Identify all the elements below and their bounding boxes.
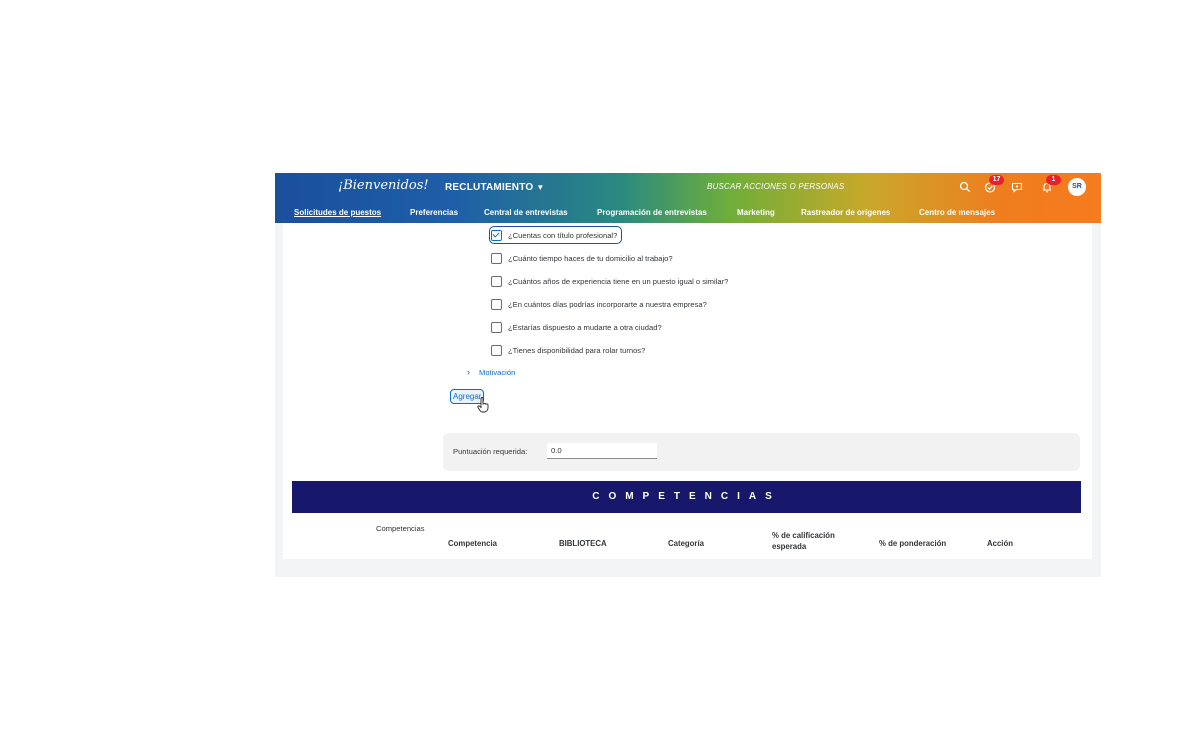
question-label: ¿Cuántos años de experiencia tiene en un… (508, 276, 729, 286)
column-header-categoria: Categoría (668, 539, 704, 548)
feedback-icon[interactable] (1010, 180, 1024, 194)
app-title: RECLUTAMIENTO (445, 182, 534, 193)
score-panel: Puntuación requerida: (443, 433, 1080, 471)
column-header-competencia: Competencia (448, 539, 497, 548)
question-row[interactable]: ¿Estarías dispuesto a mudarte a otra ciu… (491, 320, 662, 334)
nav-bar: Solicitudes de puestos Preferencias Cent… (275, 201, 1101, 223)
motivacion-label: Motivación (479, 368, 516, 377)
hand-cursor-icon (477, 397, 489, 413)
company-logo[interactable]: ¡Bienvenidos! (338, 178, 429, 193)
competencias-section-label: Competencias (376, 524, 425, 533)
chevron-right-icon: › (467, 367, 470, 377)
check-icon (492, 229, 500, 238)
todo-badge: 17 (989, 175, 1004, 185)
nav-item-preferencias[interactable]: Preferencias (410, 208, 458, 217)
checkbox[interactable] (491, 321, 502, 333)
column-header-accion: Acción (987, 539, 1013, 548)
nav-item-rastreador[interactable]: Rastreador de orígenes (801, 208, 890, 217)
checkbox-checked[interactable] (491, 229, 502, 241)
search-placeholder[interactable]: BUSCAR ACCIONES O PERSONAS (707, 182, 844, 191)
nav-item-central-entrevistas[interactable]: Central de entrevistas (484, 208, 568, 217)
app-window: ¡Bienvenidos! RECLUTAMIENTO ▼ BUSCAR ACCI… (275, 173, 1101, 577)
question-label: ¿Cuánto tiempo haces de tu domicilio al … (508, 253, 673, 263)
bell-icon[interactable]: 1 (1040, 175, 1061, 194)
search-icon[interactable] (958, 180, 972, 194)
avatar[interactable]: SR (1068, 178, 1086, 196)
question-row[interactable]: ¿Tienes disponibilidad para rolar turnos… (491, 343, 645, 357)
checkbox[interactable] (491, 275, 502, 287)
checkbox[interactable] (491, 298, 502, 310)
column-header-ponderacion: % de ponderación (879, 539, 947, 548)
nav-item-solicitudes[interactable]: Solicitudes de puestos (294, 208, 381, 217)
notifications-badge: 1 (1046, 175, 1061, 185)
column-header-biblioteca: BIBLIOTECA (559, 539, 607, 548)
competencias-banner: COMPETENCIAS (292, 481, 1081, 513)
nav-item-centro-mensajes[interactable]: Centro de mensajes (919, 208, 995, 217)
motivacion-expander[interactable]: › Motivación (467, 367, 515, 377)
checkbox[interactable] (491, 344, 502, 356)
question-label: ¿Cuentas con título profesional? (508, 230, 618, 240)
checkbox[interactable] (491, 252, 502, 264)
score-input[interactable] (547, 443, 657, 459)
question-label: ¿Estarías dispuesto a mudarte a otra ciu… (508, 322, 662, 332)
shell-bar: ¡Bienvenidos! RECLUTAMIENTO ▼ BUSCAR ACCI… (275, 173, 1101, 201)
content-card: ¿Cuentas con título profesional? ¿Cuánto… (283, 223, 1092, 559)
column-header-calificacion-esperada: % de calificación esperada (772, 531, 835, 551)
score-label: Puntuación requerida: (453, 447, 528, 456)
question-row[interactable]: ¿Cuánto tiempo haces de tu domicilio al … (491, 251, 673, 265)
question-label: ¿En cuántos días podrías incorporarte a … (508, 299, 707, 309)
question-row[interactable]: ¿Cuentas con título profesional? (488, 226, 623, 244)
nav-item-marketing[interactable]: Marketing (737, 208, 775, 217)
question-label: ¿Tienes disponibilidad para rolar turnos… (508, 345, 646, 355)
caret-down-icon: ▼ (536, 183, 545, 192)
todo-icon[interactable]: 17 (983, 175, 1004, 194)
question-row[interactable]: ¿En cuántos días podrías incorporarte a … (491, 297, 707, 311)
nav-item-programacion-entrevistas[interactable]: Programación de entrevistas (597, 208, 707, 217)
app-switcher-button[interactable]: RECLUTAMIENTO ▼ (445, 182, 544, 193)
question-row[interactable]: ¿Cuántos años de experiencia tiene en un… (491, 274, 728, 288)
